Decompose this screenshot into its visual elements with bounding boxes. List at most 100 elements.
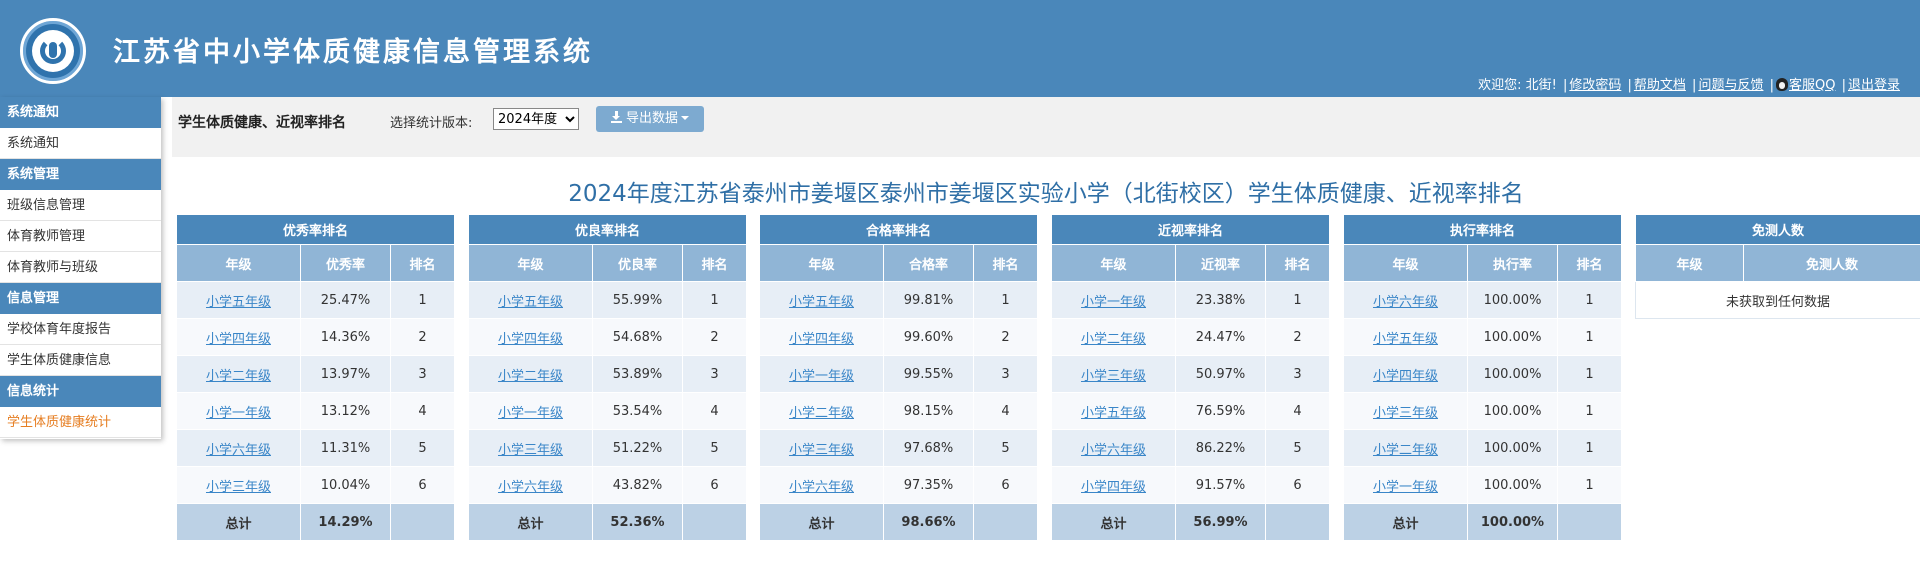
grade-link[interactable]: 小学三年级 xyxy=(789,443,854,458)
version-select[interactable]: 2024年度 xyxy=(493,108,579,130)
rank-cell: 1 xyxy=(1264,281,1331,319)
table-caption: 优良率排名 xyxy=(467,214,748,245)
rank-cell: 5 xyxy=(389,429,456,467)
rank-cell: 1 xyxy=(972,281,1039,319)
welcome-text: 欢迎您: 北街! xyxy=(1478,78,1557,93)
rank-cell: 1 xyxy=(1556,355,1623,393)
sidebar-item-student-health[interactable]: 学生体质健康信息 xyxy=(0,345,161,376)
grade-link[interactable]: 小学六年级 xyxy=(498,480,563,495)
change-password-link[interactable]: 修改密码 xyxy=(1569,78,1621,93)
column-header: 近视率 xyxy=(1175,244,1266,282)
sidebar: 系统通知 系统通知 系统管理 班级信息管理 体育教师管理 体育教师与班级 信息管… xyxy=(0,97,161,439)
column-header: 优秀率 xyxy=(300,244,391,282)
system-logo-icon xyxy=(20,18,86,84)
grade-link[interactable]: 小学一年级 xyxy=(1081,295,1146,310)
grade-link[interactable]: 小学三年级 xyxy=(206,480,271,495)
export-button[interactable]: 导出数据 xyxy=(596,106,704,132)
sidebar-item-health-stats[interactable]: 学生体质健康统计 xyxy=(0,407,161,438)
grade-link[interactable]: 小学三年级 xyxy=(1081,369,1146,384)
myopia-rank-table: 近视率排名 年级 近视率 排名 小学一年级 23.38% 1 小学二年级 24.47% 2 小学三年… xyxy=(1050,214,1331,541)
column-header: 排名 xyxy=(1556,244,1623,282)
sidebar-item-annual-report[interactable]: 学校体育年度报告 xyxy=(0,314,161,345)
table-row: 小学三年级 10.04% 6 xyxy=(176,466,456,504)
total-rate: 14.29% xyxy=(300,503,391,541)
rate-cell: 55.99% xyxy=(592,281,683,319)
table-row: 小学一年级 100.00% 1 xyxy=(1343,466,1623,504)
grade-link[interactable]: 小学一年级 xyxy=(789,369,854,384)
help-docs-link[interactable]: 帮助文档 xyxy=(1634,78,1686,93)
grade-link[interactable]: 小学五年级 xyxy=(206,295,271,310)
grade-link[interactable]: 小学六年级 xyxy=(206,443,271,458)
rate-cell: 11.31% xyxy=(300,429,391,467)
total-rank xyxy=(1264,503,1331,541)
total-rate: 56.99% xyxy=(1175,503,1266,541)
grade-link[interactable]: 小学一年级 xyxy=(1373,480,1438,495)
sidebar-item-pe-teacher[interactable]: 体育教师管理 xyxy=(0,221,161,252)
rank-cell: 5 xyxy=(1264,429,1331,467)
column-header: 年级 xyxy=(1343,244,1468,282)
grade-link[interactable]: 小学六年级 xyxy=(1081,443,1146,458)
page-title: 2024年度江苏省泰州市姜堰区泰州市姜堰区实验小学（北街校区）学生体质健康、近视… xyxy=(568,181,1524,207)
sidebar-group-info[interactable]: 信息管理 xyxy=(0,283,161,314)
rate-cell: 23.38% xyxy=(1175,281,1266,319)
grade-link[interactable]: 小学二年级 xyxy=(1373,443,1438,458)
grade-link[interactable]: 小学五年级 xyxy=(498,295,563,310)
sidebar-group-notice[interactable]: 系统通知 xyxy=(0,97,161,128)
feedback-link[interactable]: 问题与反馈 xyxy=(1698,78,1763,93)
total-rank xyxy=(972,503,1039,541)
total-row: 总计 52.36% xyxy=(468,503,748,541)
grade-link[interactable]: 小学五年级 xyxy=(789,295,854,310)
column-header: 年级 xyxy=(176,244,301,282)
table-row: 小学三年级 51.22% 5 xyxy=(468,429,748,467)
rate-cell: 100.00% xyxy=(1467,429,1558,467)
grade-link[interactable]: 小学五年级 xyxy=(1081,406,1146,421)
logout-link[interactable]: 退出登录 xyxy=(1848,78,1900,93)
rank-cell: 6 xyxy=(972,466,1039,504)
rate-cell: 13.97% xyxy=(300,355,391,393)
total-rank xyxy=(389,503,456,541)
total-label: 总计 xyxy=(1343,503,1468,541)
column-header: 排名 xyxy=(681,244,748,282)
table-row: 小学六年级 11.31% 5 xyxy=(176,429,456,467)
table-row: 小学四年级 99.60% 2 xyxy=(759,318,1039,356)
grade-link[interactable]: 小学六年级 xyxy=(789,480,854,495)
sidebar-group-system[interactable]: 系统管理 xyxy=(0,159,161,190)
rate-cell: 13.12% xyxy=(300,392,391,430)
grade-link[interactable]: 小学二年级 xyxy=(1081,332,1146,347)
rate-cell: 100.00% xyxy=(1467,466,1558,504)
rank-cell: 3 xyxy=(681,355,748,393)
sidebar-item-class-info[interactable]: 班级信息管理 xyxy=(0,190,161,221)
rank-cell: 2 xyxy=(681,318,748,356)
grade-link[interactable]: 小学二年级 xyxy=(206,369,271,384)
table-row: 小学五年级 55.99% 1 xyxy=(468,281,748,319)
table-row: 小学二年级 13.97% 3 xyxy=(176,355,456,393)
sidebar-item-notice[interactable]: 系统通知 xyxy=(0,128,161,159)
sidebar-item-teacher-class[interactable]: 体育教师与班级 xyxy=(0,252,161,283)
grade-link[interactable]: 小学四年级 xyxy=(498,332,563,347)
grade-link[interactable]: 小学三年级 xyxy=(1373,406,1438,421)
grade-link[interactable]: 小学六年级 xyxy=(1373,295,1438,310)
system-title: 江苏省中小学体质健康信息管理系统 xyxy=(113,37,593,68)
grade-link[interactable]: 小学四年级 xyxy=(1081,480,1146,495)
support-qq-link[interactable]: 客服QQ xyxy=(1789,78,1835,93)
total-row: 总计 98.66% xyxy=(759,503,1039,541)
grade-link[interactable]: 小学五年级 xyxy=(1373,332,1438,347)
grade-link[interactable]: 小学四年级 xyxy=(1373,369,1438,384)
sidebar-group-stats[interactable]: 信息统计 xyxy=(0,376,161,407)
empty-message: 未获取到任何数据 xyxy=(1634,281,1920,319)
total-rank xyxy=(681,503,748,541)
rank-cell: 4 xyxy=(389,392,456,430)
rate-cell: 14.36% xyxy=(300,318,391,356)
grade-link[interactable]: 小学二年级 xyxy=(498,369,563,384)
grade-link[interactable]: 小学四年级 xyxy=(789,332,854,347)
grade-link[interactable]: 小学二年级 xyxy=(789,406,854,421)
rate-cell: 53.89% xyxy=(592,355,683,393)
table-row: 小学二年级 53.89% 3 xyxy=(468,355,748,393)
grade-link[interactable]: 小学一年级 xyxy=(206,406,271,421)
grade-link[interactable]: 小学三年级 xyxy=(498,443,563,458)
rank-cell: 1 xyxy=(389,281,456,319)
excellent-rank-table: 优秀率排名 年级 优秀率 排名 小学五年级 25.47% 1 小学四年级 14.36% 2 小学二年… xyxy=(175,214,456,541)
grade-link[interactable]: 小学一年级 xyxy=(498,406,563,421)
grade-link[interactable]: 小学四年级 xyxy=(206,332,271,347)
rank-cell: 5 xyxy=(681,429,748,467)
